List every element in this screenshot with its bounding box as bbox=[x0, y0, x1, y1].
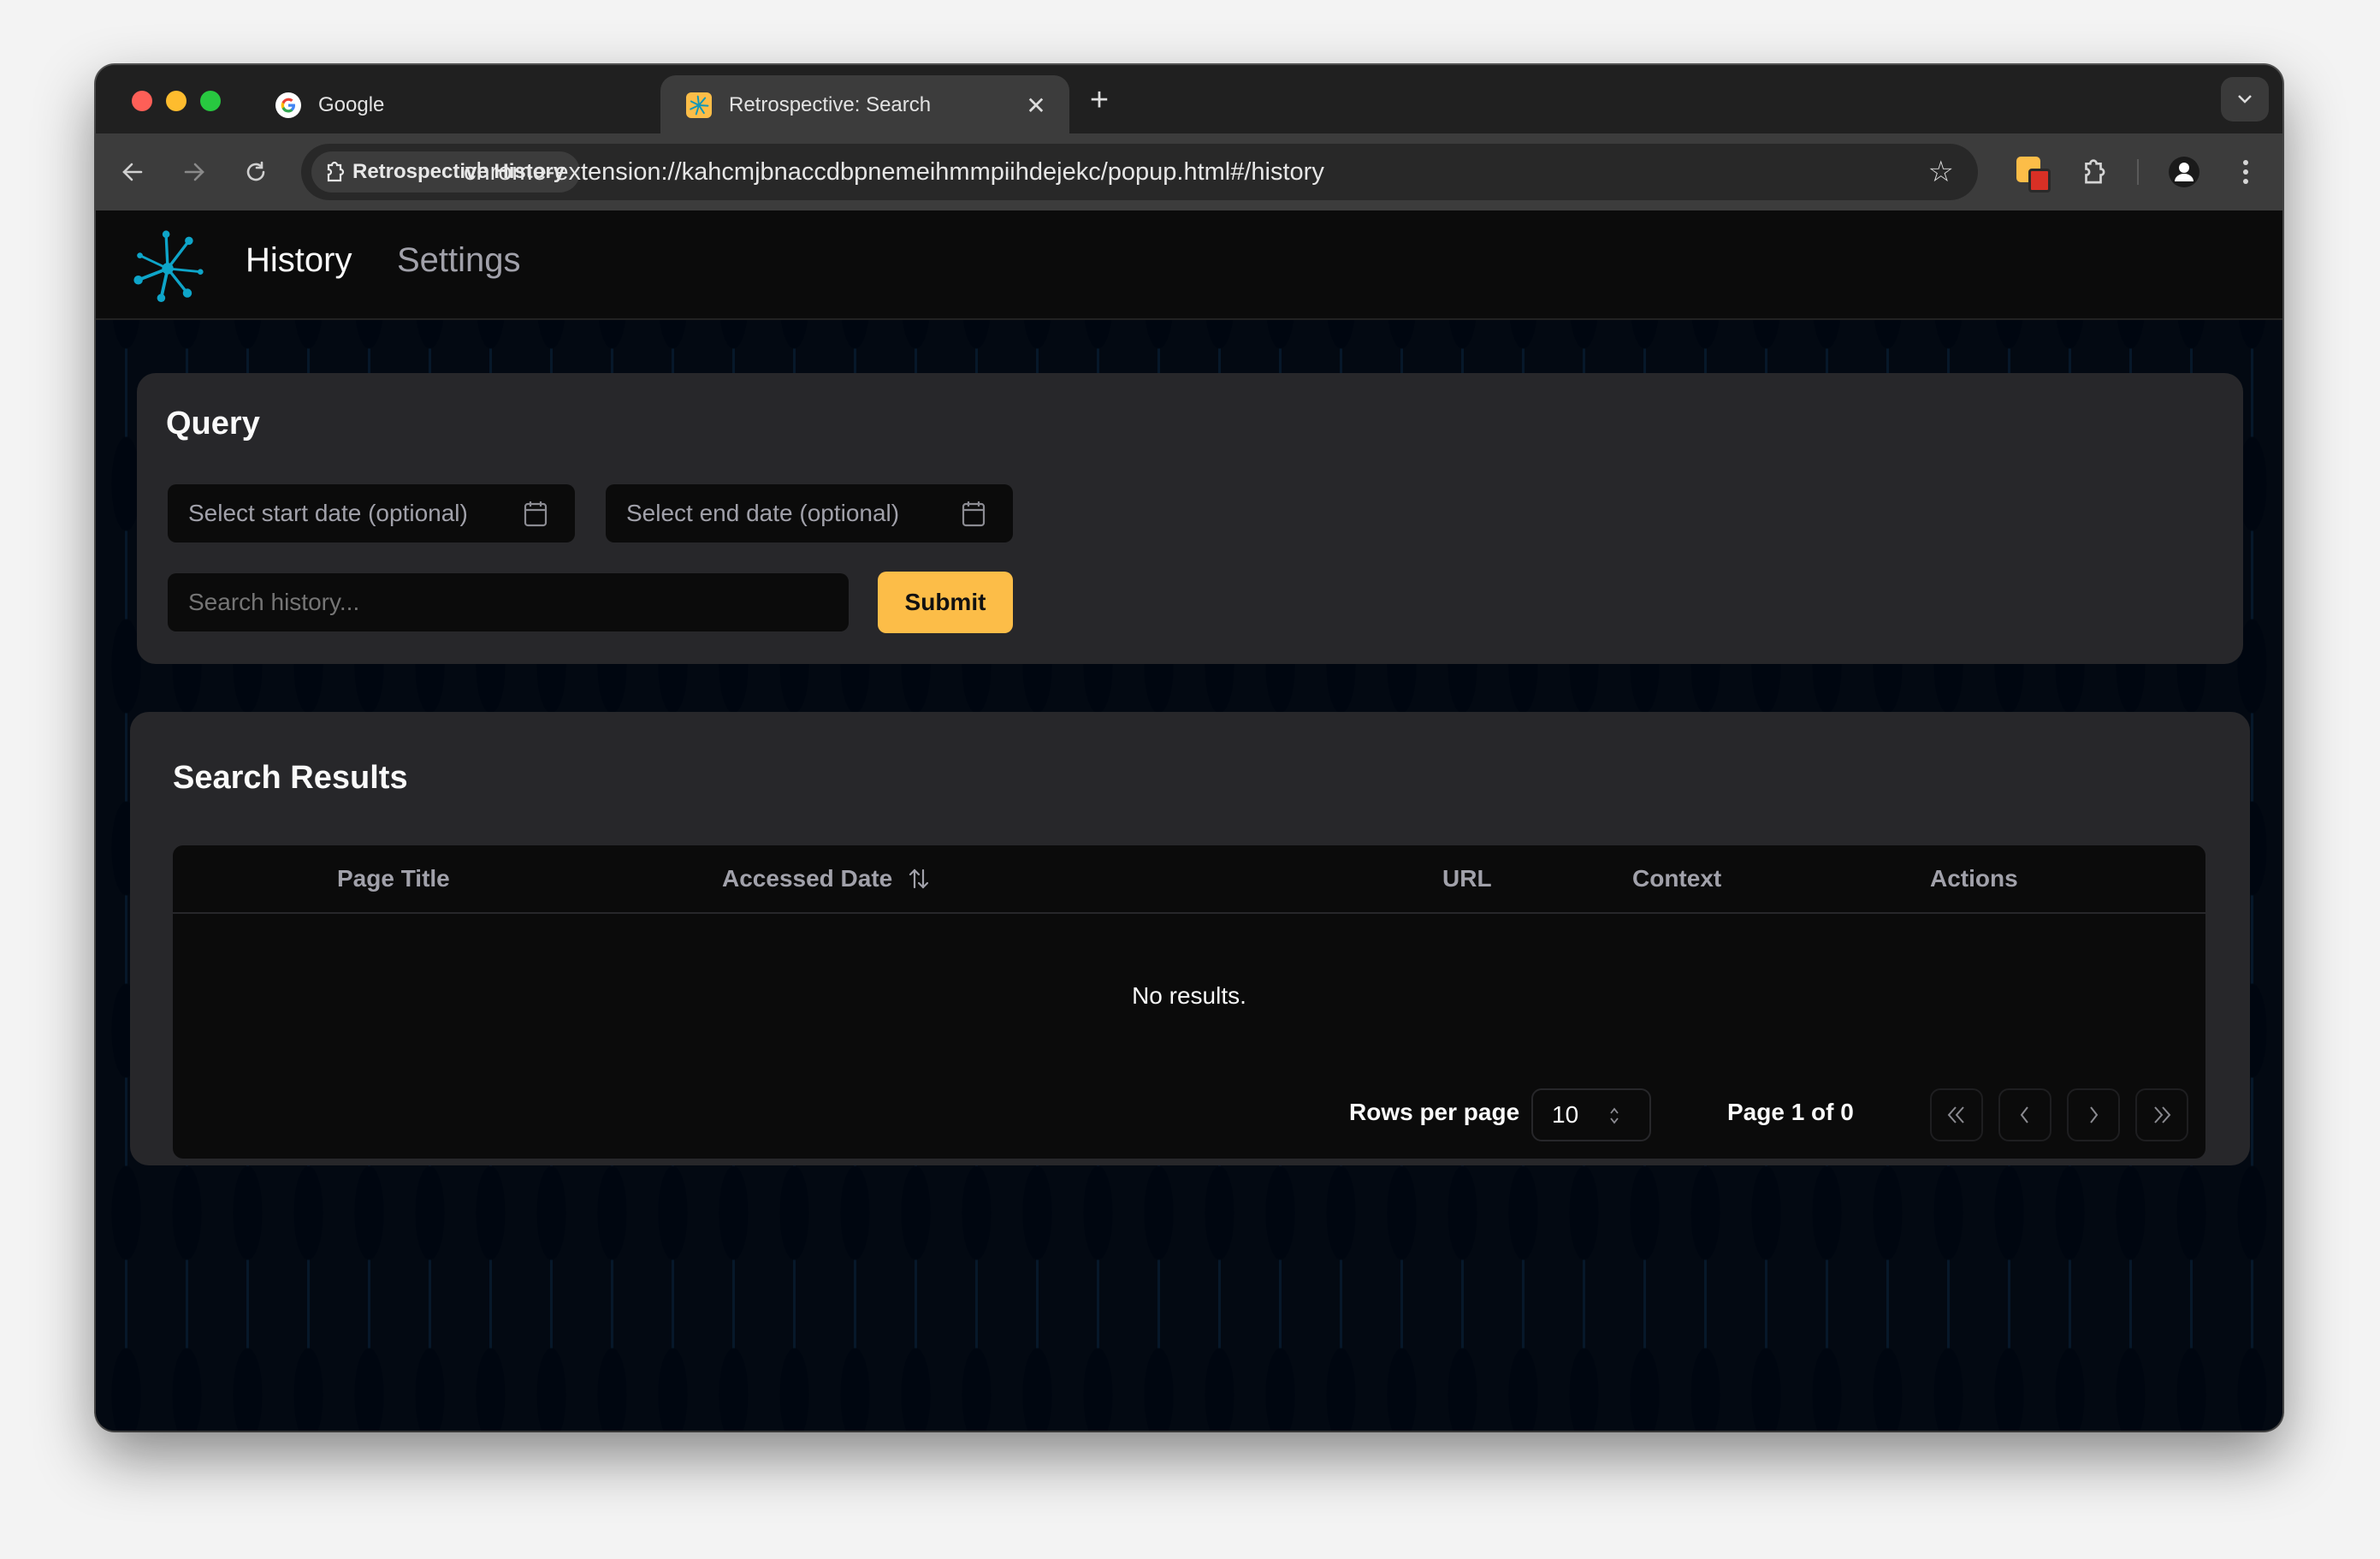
last-page-button[interactable] bbox=[2135, 1088, 2188, 1141]
reload-icon bbox=[246, 161, 265, 181]
profile-button[interactable] bbox=[2164, 152, 2204, 192]
tab-search-menu-button[interactable] bbox=[2221, 77, 2269, 122]
extension-puzzle-icon bbox=[2085, 159, 2105, 184]
tab-title: Retrospective: Search bbox=[729, 93, 932, 116]
query-card: Query Select start date (optional) Selec… bbox=[137, 373, 2243, 664]
more-vertical-icon bbox=[2243, 160, 2248, 184]
end-date-placeholder: Select end date (optional) bbox=[626, 500, 900, 526]
column-header-accessed-date[interactable]: Accessed Date bbox=[722, 845, 932, 912]
new-tab-button[interactable]: + bbox=[1078, 82, 1121, 119]
page-content: History Settings Query Select start date… bbox=[96, 210, 2282, 1431]
empty-results-message: No results. bbox=[1132, 982, 1246, 1009]
retrospective-logo-icon bbox=[133, 230, 204, 303]
retrospective-extension-icon bbox=[2016, 157, 2051, 193]
chevrons-left-icon bbox=[1947, 1106, 1964, 1123]
url-text[interactable]: chrome-extension://kahcmjbnaccdbpnemeihm… bbox=[464, 144, 1324, 200]
chevron-right-icon bbox=[2090, 1106, 2099, 1123]
tab-title: Google bbox=[318, 93, 385, 116]
browser-menu-button[interactable] bbox=[2226, 152, 2265, 192]
start-date-picker[interactable]: Select start date (optional) bbox=[168, 484, 575, 542]
column-header-page-title: Page Title bbox=[337, 865, 450, 892]
extensions-button[interactable] bbox=[2074, 152, 2113, 192]
page-status: Page 1 of 0 bbox=[1727, 1099, 1854, 1125]
maximize-window-button[interactable] bbox=[200, 91, 221, 111]
chevron-down-icon bbox=[2238, 95, 2252, 104]
search-results-card: Search Results Page Title Accessed Date … bbox=[130, 712, 2250, 1165]
submit-button[interactable]: Submit bbox=[878, 572, 1013, 633]
retrospective-extension-button[interactable] bbox=[2012, 152, 2051, 193]
search-results-heading: Search Results bbox=[173, 760, 408, 796]
calendar-icon bbox=[524, 501, 548, 527]
column-header-context: Context bbox=[1632, 865, 1722, 892]
results-table: Page Title Accessed Date URL Context Act… bbox=[173, 845, 2205, 1159]
rows-per-page-value: 10 bbox=[1552, 1101, 1579, 1128]
browser-window: Google ✕ Retrospective: Search ✕ + bbox=[96, 65, 2282, 1431]
minimize-window-button[interactable] bbox=[166, 91, 186, 111]
close-window-button[interactable] bbox=[132, 91, 152, 111]
first-page-button[interactable] bbox=[1930, 1088, 1983, 1141]
google-g-icon bbox=[275, 92, 301, 118]
search-history-input[interactable] bbox=[168, 573, 849, 631]
tab-strip: Google ✕ Retrospective: Search ✕ + bbox=[96, 65, 2282, 135]
column-header-label: Accessed Date bbox=[722, 865, 893, 892]
close-tab-icon[interactable]: ✕ bbox=[1023, 92, 1049, 120]
query-heading: Query bbox=[166, 406, 260, 442]
extension-puzzle-icon bbox=[327, 161, 345, 182]
column-header-actions: Actions bbox=[1930, 865, 2018, 892]
browser-toolbar: Retrospective History chrome-extension:/… bbox=[96, 133, 2282, 210]
reload-button[interactable] bbox=[234, 151, 277, 193]
calendar-icon bbox=[962, 501, 986, 527]
column-header-url: URL bbox=[1442, 865, 1492, 892]
toolbar-divider bbox=[2137, 159, 2139, 185]
arrow-right-icon bbox=[184, 163, 204, 181]
rows-per-page-select[interactable]: 10 bbox=[1531, 1088, 1651, 1141]
address-bar[interactable]: Retrospective History chrome-extension:/… bbox=[301, 144, 1978, 200]
end-date-picker[interactable]: Select end date (optional) bbox=[606, 484, 1013, 542]
header-divider bbox=[173, 912, 2205, 914]
arrow-left-icon bbox=[122, 163, 143, 181]
previous-page-button[interactable] bbox=[1998, 1088, 2051, 1141]
tab-retrospective-search[interactable]: Retrospective: Search ✕ bbox=[660, 75, 1069, 135]
start-date-placeholder: Select start date (optional) bbox=[188, 500, 468, 526]
rows-per-page-label: Rows per page bbox=[1349, 1099, 1520, 1125]
app-navbar: History Settings bbox=[96, 210, 2282, 320]
chevron-left-icon bbox=[2020, 1106, 2028, 1123]
back-button[interactable] bbox=[111, 151, 154, 193]
chevron-up-down-icon bbox=[1610, 1107, 1619, 1124]
nav-settings-link[interactable]: Settings bbox=[397, 241, 521, 280]
forward-button[interactable] bbox=[173, 151, 216, 193]
next-page-button[interactable] bbox=[2067, 1088, 2120, 1141]
profile-avatar-icon bbox=[2169, 157, 2199, 187]
nav-history-link[interactable]: History bbox=[246, 241, 352, 280]
bookmark-star-icon[interactable]: ☆ bbox=[1928, 144, 1954, 200]
chevrons-right-icon bbox=[2154, 1106, 2171, 1123]
retrospective-logo-icon bbox=[686, 92, 712, 118]
sort-arrows-icon bbox=[909, 868, 929, 889]
